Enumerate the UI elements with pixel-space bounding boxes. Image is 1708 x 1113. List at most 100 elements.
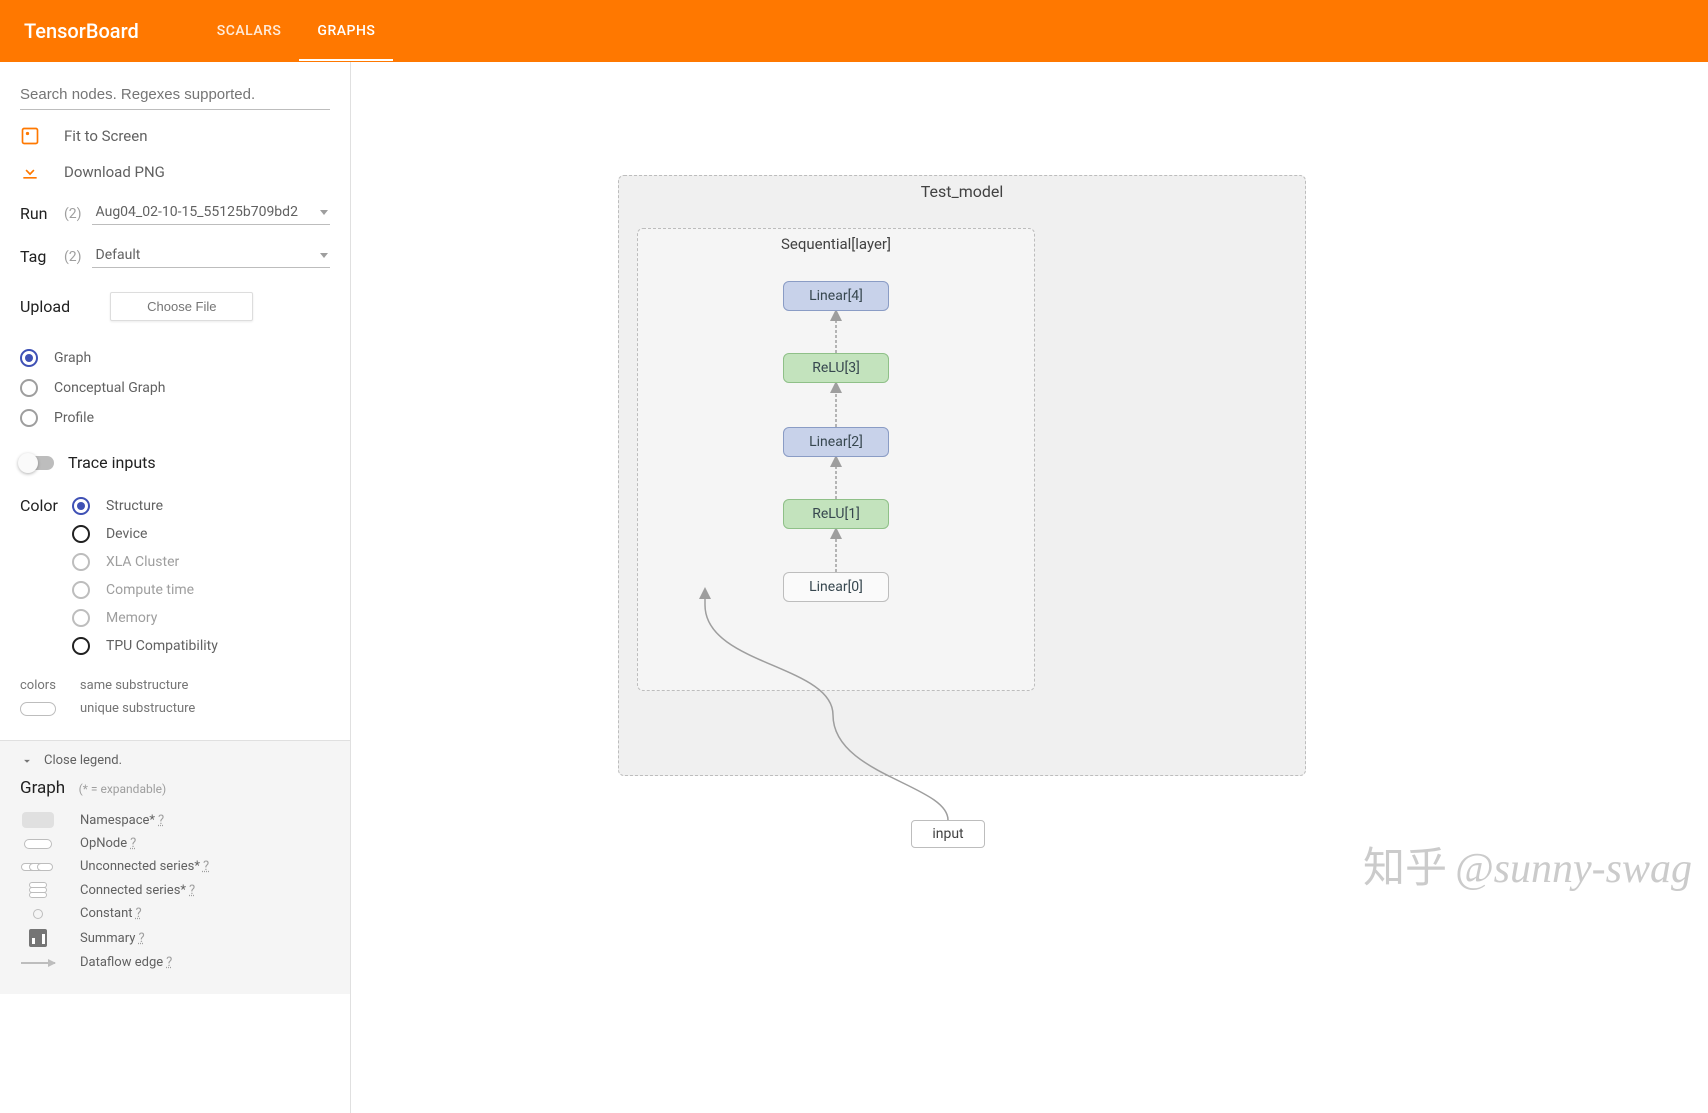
download-png-label: Download PNG xyxy=(64,163,165,181)
color-device-label: Device xyxy=(106,526,147,542)
graph-node-linear-2[interactable]: Linear[2] xyxy=(783,427,889,457)
radio-icon xyxy=(72,497,90,515)
edge-arrow xyxy=(831,529,841,572)
radio-profile[interactable]: Profile xyxy=(20,403,330,433)
toggle-icon xyxy=(20,456,54,470)
unconnected-shape-icon xyxy=(21,861,55,873)
help-icon[interactable]: ? xyxy=(138,931,144,946)
graph-namespace-test-model[interactable]: Test_model Sequential[layer] Linear[4] R… xyxy=(618,175,1306,776)
help-icon[interactable]: ? xyxy=(166,955,172,970)
radio-icon xyxy=(72,525,90,543)
radio-icon xyxy=(20,349,38,367)
watermark: 知乎@sunny-swag xyxy=(1363,834,1692,895)
color-title: Color xyxy=(20,492,58,660)
run-select[interactable]: Aug04_02-10-15_55125b709bd2 xyxy=(92,202,330,225)
radio-graph-label: Graph xyxy=(54,350,91,366)
dataflow-shape-icon xyxy=(21,962,55,964)
sidebar: Fit to Screen Download PNG Run (2) Aug04… xyxy=(0,62,351,1113)
color-tpu[interactable]: TPU Compatibility xyxy=(72,632,330,660)
graph-node-linear-4[interactable]: Linear[4] xyxy=(783,281,889,311)
edge-arrow xyxy=(831,311,841,353)
legend-unique-swatch xyxy=(20,702,56,716)
radio-conceptual[interactable]: Conceptual Graph xyxy=(20,373,330,403)
radio-icon xyxy=(72,581,90,599)
tag-select-row: Tag (2) Default xyxy=(20,245,330,268)
graph-node-relu-1[interactable]: ReLU[1] xyxy=(783,499,889,529)
radio-profile-label: Profile xyxy=(54,410,94,426)
trace-inputs-label: Trace inputs xyxy=(68,453,156,472)
tab-graphs[interactable]: GRAPHS xyxy=(299,1,393,61)
run-count: (2) xyxy=(64,206,82,222)
legend-panel: Close legend. Graph (* = expandable) Nam… xyxy=(0,740,350,994)
sequential-title: Sequential[layer] xyxy=(638,229,1034,259)
legend-dataflow: Dataflow edge? xyxy=(20,951,330,974)
fit-to-screen-button[interactable]: Fit to Screen xyxy=(20,126,330,146)
search-input[interactable] xyxy=(20,80,330,110)
edge-arrow xyxy=(831,383,841,427)
radio-graph[interactable]: Graph xyxy=(20,343,330,373)
chevron-down-icon xyxy=(20,754,34,768)
fit-screen-icon xyxy=(20,126,40,146)
header-tabs: SCALARS GRAPHS xyxy=(199,1,394,61)
tab-scalars[interactable]: SCALARS xyxy=(199,1,300,61)
download-icon xyxy=(20,162,40,182)
legend-unique-label: unique substructure xyxy=(80,701,195,716)
radio-icon xyxy=(72,609,90,627)
help-icon[interactable]: ? xyxy=(158,813,164,828)
download-png-button[interactable]: Download PNG xyxy=(20,162,330,182)
legend-constant: Constant? xyxy=(20,902,330,925)
upload-label: Upload xyxy=(20,297,70,316)
graph-node-relu-3[interactable]: ReLU[3] xyxy=(783,353,889,383)
legend-title: Graph xyxy=(20,778,65,798)
radio-icon xyxy=(72,553,90,571)
radio-conceptual-label: Conceptual Graph xyxy=(54,380,165,396)
color-memory-label: Memory xyxy=(106,610,157,626)
legend-summary: Summary? xyxy=(20,925,330,951)
opnode-shape-icon xyxy=(24,839,52,849)
tag-count: (2) xyxy=(64,249,82,265)
structure-color-legend: colors same substructure unique substruc… xyxy=(20,674,330,720)
color-structure-label: Structure xyxy=(106,498,163,514)
summary-shape-icon xyxy=(29,929,47,947)
graph-canvas[interactable]: Test_model Sequential[layer] Linear[4] R… xyxy=(351,62,1708,1113)
constant-shape-icon xyxy=(33,909,43,919)
legend-unconnected: Unconnected series*? xyxy=(20,855,330,878)
graph-node-input[interactable]: input xyxy=(911,820,985,848)
radio-icon xyxy=(20,409,38,427)
help-icon[interactable]: ? xyxy=(130,836,136,851)
close-legend-button[interactable]: Close legend. xyxy=(20,753,330,768)
color-compute[interactable]: Compute time xyxy=(72,576,330,604)
legend-opnode: OpNode? xyxy=(20,832,330,855)
app-title: TensorBoard xyxy=(24,19,139,43)
legend-colors-title: colors xyxy=(20,678,56,693)
legend-namespace: Namespace*? xyxy=(20,808,330,832)
help-icon[interactable]: ? xyxy=(189,883,195,898)
tag-select[interactable]: Default xyxy=(92,245,330,268)
help-icon[interactable]: ? xyxy=(136,906,142,921)
help-icon[interactable]: ? xyxy=(203,859,209,874)
color-xla-label: XLA Cluster xyxy=(106,554,179,570)
close-legend-label: Close legend. xyxy=(44,753,122,768)
graph-node-linear-0[interactable]: Linear[0] xyxy=(783,572,889,602)
graph-namespace-sequential[interactable]: Sequential[layer] Linear[4] ReLU[3] Line… xyxy=(637,228,1035,691)
radio-icon xyxy=(72,637,90,655)
color-xla[interactable]: XLA Cluster xyxy=(72,548,330,576)
legend-subtitle: (* = expandable) xyxy=(79,782,167,796)
color-compute-label: Compute time xyxy=(106,582,194,598)
tag-label: Tag xyxy=(20,247,54,266)
fit-to-screen-label: Fit to Screen xyxy=(64,127,148,145)
run-select-row: Run (2) Aug04_02-10-15_55125b709bd2 xyxy=(20,202,330,225)
color-memory[interactable]: Memory xyxy=(72,604,330,632)
app-header: TensorBoard SCALARS GRAPHS xyxy=(0,0,1708,62)
choose-file-button[interactable]: Choose File xyxy=(110,292,253,321)
legend-same-label: same substructure xyxy=(80,678,188,693)
radio-icon xyxy=(20,379,38,397)
legend-connected: Connected series*? xyxy=(20,878,330,902)
color-device[interactable]: Device xyxy=(72,520,330,548)
color-section: Color Structure Device XLA Cluster Compu… xyxy=(20,492,330,660)
test-model-title: Test_model xyxy=(619,176,1305,207)
trace-inputs-toggle[interactable]: Trace inputs xyxy=(20,453,330,472)
namespace-shape-icon xyxy=(22,812,54,828)
color-structure[interactable]: Structure xyxy=(72,492,330,520)
edge-arrow xyxy=(831,457,841,499)
